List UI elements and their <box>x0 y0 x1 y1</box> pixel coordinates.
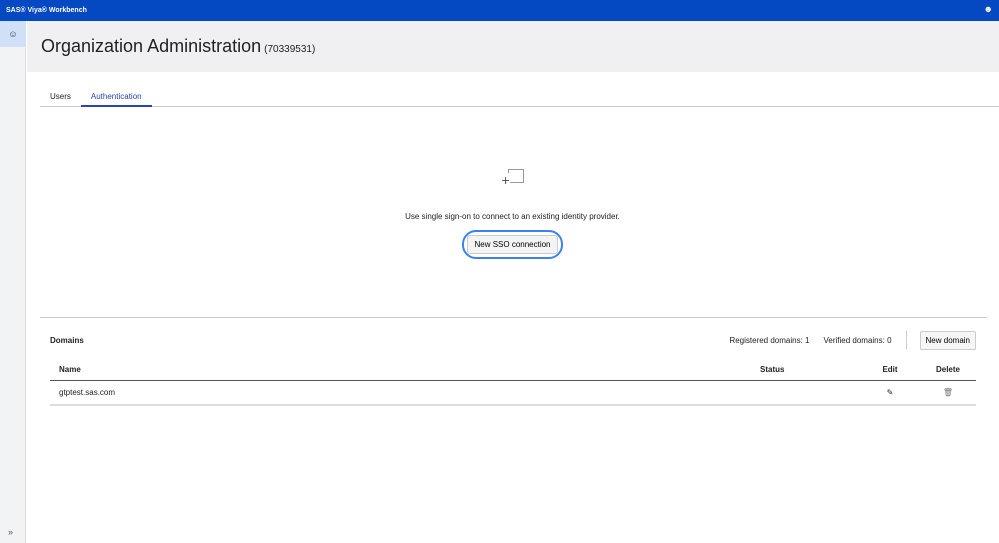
page-title-text: Organization Administration <box>41 36 262 56</box>
sidebar: ☺ » <box>0 21 26 543</box>
domains-title: Domains <box>50 335 84 345</box>
org-id: (70339531) <box>264 44 316 55</box>
edit-pencil-icon[interactable]: ✎ <box>887 388 894 397</box>
delete-trash-icon[interactable]: 🗑 <box>943 388 953 397</box>
sso-message: Use single sign-on to connect to an exis… <box>405 212 620 221</box>
domain-status <box>760 380 860 406</box>
new-domain-button[interactable]: New domain <box>919 330 976 350</box>
divider <box>40 317 987 318</box>
page-title: Organization Administration (70339531) <box>41 36 315 57</box>
domains-table: Name Status Edit Delete gtptest.sas.com … <box>50 359 976 406</box>
verified-count: Verified domains: 0 <box>823 335 892 345</box>
new-sso-connection-button[interactable]: New SSO connection <box>467 235 558 254</box>
expand-sidebar-icon[interactable]: » <box>8 527 13 537</box>
col-status: Status <box>760 359 860 381</box>
add-connection-icon: + <box>501 169 524 187</box>
app-bar: SAS® Viya® Workbench ☻ <box>0 0 999 21</box>
tab-users[interactable]: Users <box>40 86 81 107</box>
table-row: gtptest.sas.com ✎ 🗑 <box>50 380 976 406</box>
user-icon[interactable]: ☻ <box>984 4 993 14</box>
col-edit: Edit <box>860 359 920 381</box>
col-name: Name <box>50 359 760 381</box>
registered-count: Registered domains: 1 <box>729 335 810 345</box>
col-delete: Delete <box>920 359 976 381</box>
sidebar-item-org-admin[interactable]: ☺ <box>0 21 26 47</box>
person-icon: ☺ <box>8 29 18 39</box>
domain-name: gtptest.sas.com <box>50 380 760 406</box>
separator <box>905 331 907 349</box>
app-title: SAS® Viya® Workbench <box>6 7 87 14</box>
tab-authentication[interactable]: Authentication <box>80 86 152 107</box>
page-header: Organization Administration (70339531) <box>27 21 999 72</box>
sso-empty-state: + Use single sign-on to connect to an ex… <box>380 165 645 259</box>
domains-section: Domains Registered domains: 1 Verified d… <box>50 330 976 406</box>
tab-bar: Users Authentication <box>40 86 999 107</box>
